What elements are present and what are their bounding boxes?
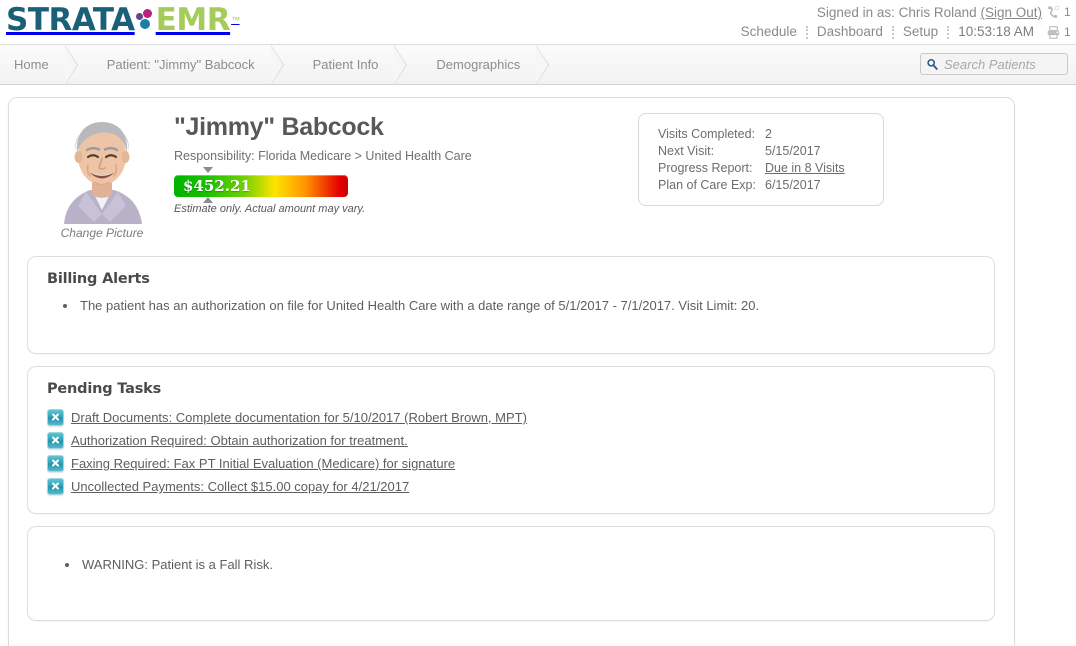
estimate-amount: $452.21 — [183, 177, 251, 195]
billing-alerts-title: Billing Alerts — [47, 271, 150, 287]
patient-responsibility: Responsibility: Florida Medicare > Unite… — [174, 149, 472, 163]
task-link-uncollected-payments[interactable]: Uncollected Payments: Collect $15.00 cop… — [71, 479, 409, 494]
task-link-draft-documents[interactable]: Draft Documents: Complete documentation … — [71, 410, 527, 425]
close-x-icon[interactable] — [47, 455, 64, 472]
plan-of-care-exp-value: 6/15/2017 — [765, 178, 821, 192]
billing-alerts-card: Billing Alerts The patient has an author… — [27, 256, 995, 354]
plan-of-care-exp-label: Plan of Care Exp: — [658, 178, 756, 192]
visit-row: Visits Completed: 2 — [658, 126, 883, 143]
signed-in-username: Chris Roland — [898, 5, 977, 20]
fax-icon — [1046, 25, 1061, 40]
breadcrumb-chevron-icon — [536, 44, 560, 85]
visit-row: Plan of Care Exp: 6/15/2017 — [658, 177, 883, 194]
list-item: Authorization Required: Obtain authoriza… — [28, 429, 994, 452]
header-clock: 10:53:18 AM — [958, 24, 1034, 39]
nav-setup[interactable]: Setup — [894, 22, 947, 42]
nav-schedule[interactable]: Schedule — [732, 22, 806, 42]
next-visit-label: Next Visit: — [658, 144, 715, 158]
signed-in-label: Signed in as: — [816, 5, 895, 20]
search-patients-box[interactable] — [920, 53, 1068, 75]
next-visit-value: 5/15/2017 — [765, 144, 821, 158]
app-logo[interactable]: STRATA EMR ™ — [6, 0, 240, 40]
search-input[interactable] — [942, 55, 1062, 73]
estimate-note: Estimate only. Actual amount may vary. — [174, 203, 366, 215]
progress-report-link[interactable]: Due in 8 Visits — [765, 160, 845, 177]
search-icon — [926, 58, 939, 71]
page-body: Change Picture "Jimmy" Babcock Responsib… — [0, 85, 1076, 646]
logo-dots-icon — [133, 7, 155, 33]
estimate-gradient-bar: $452.21 — [174, 175, 348, 197]
task-link-authorization-required[interactable]: Authorization Required: Obtain authoriza… — [71, 433, 408, 448]
pending-tasks-list: Draft Documents: Complete documentation … — [28, 406, 994, 498]
phone-icon — [1046, 5, 1061, 20]
logo-trademark: ™ — [231, 15, 240, 25]
breadcrumb-item-demographics[interactable]: Demographics — [418, 45, 540, 84]
estimate-marker-top-icon — [203, 167, 213, 173]
phone-count: 1 — [1064, 5, 1071, 19]
close-x-icon[interactable] — [47, 432, 64, 449]
visit-summary-box: Visits Completed: 2 Next Visit: 5/15/201… — [638, 113, 884, 206]
nav-dashboard[interactable]: Dashboard — [808, 22, 892, 42]
breadcrumb-bar: Home Patient: "Jimmy" Babcock Patient In… — [0, 44, 1076, 85]
task-link-faxing-required[interactable]: Faxing Required: Fax PT Initial Evaluati… — [71, 456, 455, 471]
list-item: Draft Documents: Complete documentation … — [28, 406, 994, 429]
fax-count: 1 — [1064, 25, 1071, 39]
breadcrumb-chevron-icon — [270, 44, 295, 85]
logo-text-strata: STRATA — [6, 2, 135, 38]
pending-tasks-card: Pending Tasks Draft Documents: Complete … — [27, 366, 995, 514]
patient-photo[interactable] — [56, 110, 148, 224]
phone-indicator[interactable]: 1 — [1046, 3, 1072, 22]
list-item: The patient has an authorization on file… — [78, 296, 994, 316]
list-item: WARNING: Patient is a Fall Risk. — [80, 555, 994, 575]
billing-alerts-list: The patient has an authorization on file… — [28, 296, 994, 316]
patient-info-block: "Jimmy" Babcock Responsibility: Florida … — [174, 112, 472, 215]
close-x-icon[interactable] — [47, 409, 64, 426]
breadcrumb-chevron-icon — [394, 44, 418, 85]
header-right-cluster: Signed in as: Chris Roland (Sign Out) 1 … — [732, 3, 1072, 42]
logo-text-emr: EMR — [155, 2, 231, 38]
breadcrumb-item-home[interactable]: Home — [0, 45, 69, 84]
signed-in-row: Signed in as: Chris Roland (Sign Out) 1 — [732, 3, 1072, 22]
visits-completed-value: 2 — [765, 127, 772, 141]
warnings-list: WARNING: Patient is a Fall Risk. — [28, 555, 994, 575]
patient-photo-block: Change Picture — [56, 110, 148, 240]
breadcrumb-item-patient[interactable]: Patient: "Jimmy" Babcock — [89, 45, 275, 84]
page-title: "Jimmy" Babcock — [174, 113, 384, 141]
warnings-card: WARNING: Patient is a Fall Risk. — [27, 526, 995, 621]
visits-completed-label: Visits Completed: — [658, 127, 756, 141]
progress-report-label: Progress Report: — [658, 161, 753, 175]
breadcrumb-item-patient-info[interactable]: Patient Info — [295, 45, 399, 84]
visit-row: Progress Report: Due in 8 Visits — [658, 160, 883, 177]
responsibility-value: Florida Medicare > United Health Care — [258, 149, 472, 163]
close-x-icon[interactable] — [47, 478, 64, 495]
fax-indicator[interactable]: 1 — [1046, 22, 1072, 42]
sign-out-link[interactable]: (Sign Out) — [980, 3, 1042, 22]
breadcrumb-chevron-icon — [64, 44, 89, 85]
app-header: STRATA EMR ™ Signed in as: Chris Roland … — [0, 0, 1076, 44]
list-item: Uncollected Payments: Collect $15.00 cop… — [28, 475, 994, 498]
header-nav: Schedule Dashboard Setup 10:53:18 AM 1 — [732, 22, 1072, 42]
change-picture-link[interactable]: Change Picture — [56, 226, 148, 240]
patient-header: Change Picture "Jimmy" Babcock Responsib… — [9, 98, 1014, 246]
pending-tasks-title: Pending Tasks — [47, 381, 161, 397]
list-item: Faxing Required: Fax PT Initial Evaluati… — [28, 452, 994, 475]
breadcrumb: Home Patient: "Jimmy" Babcock Patient In… — [0, 44, 1076, 85]
responsibility-label: Responsibility: — [174, 149, 255, 163]
visit-row: Next Visit: 5/15/2017 — [658, 143, 883, 160]
patient-panel: Change Picture "Jimmy" Babcock Responsib… — [8, 97, 1015, 646]
